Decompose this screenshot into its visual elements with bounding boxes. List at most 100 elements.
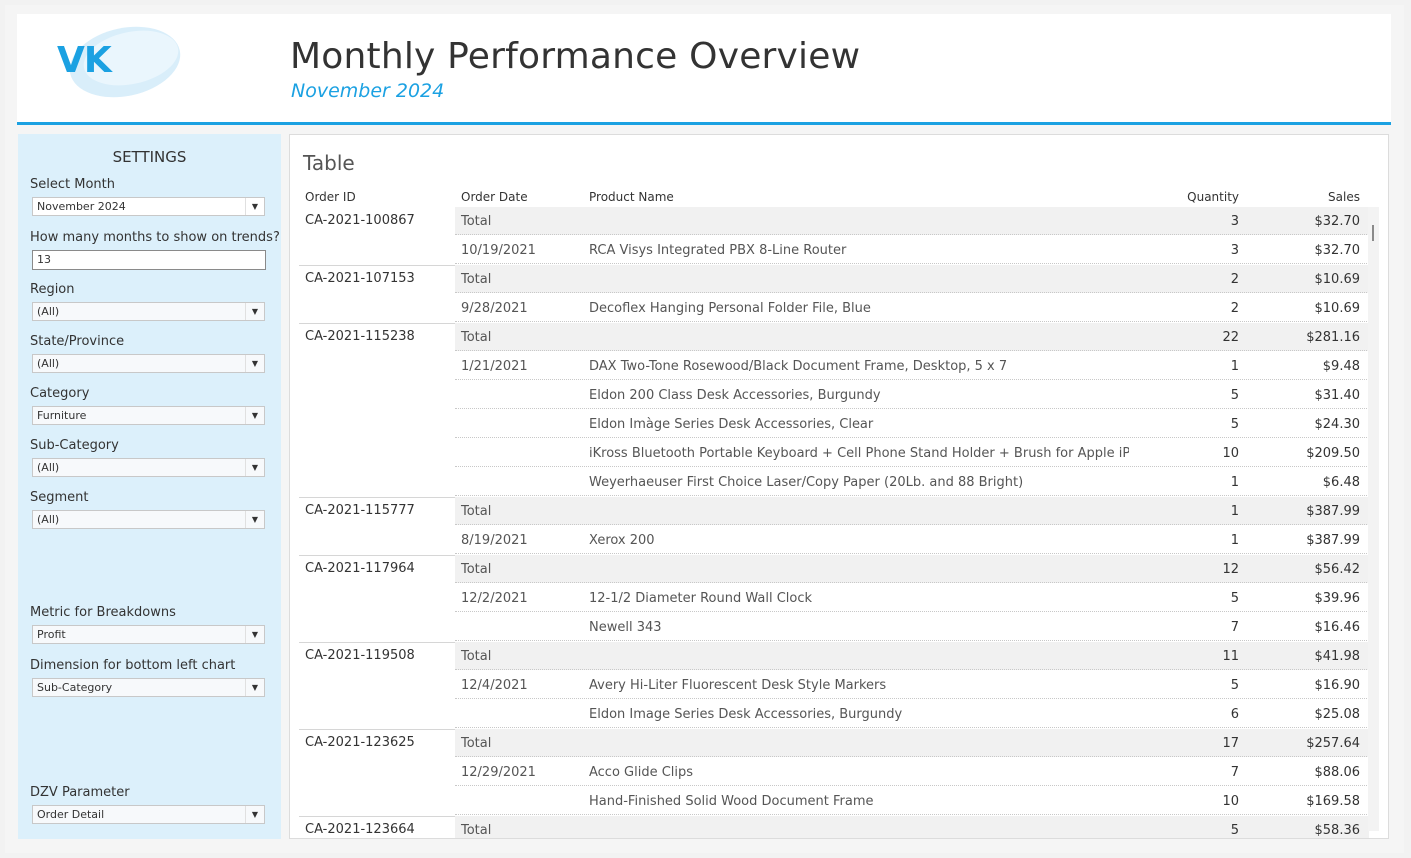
total-label-cell: Total [461,504,492,519]
total-label-cell: Total [461,823,492,838]
chevron-down-icon[interactable]: ▼ [245,806,264,823]
table-title: Table [303,151,355,175]
order-id-cell: CA-2021-107153 [305,271,415,286]
order-date-cell: 9/28/2021 [461,301,528,316]
chevron-down-icon[interactable]: ▼ [245,459,264,476]
order-id-cell: CA-2021-100867 [305,213,415,228]
sales-cell: $58.36 [1314,823,1361,838]
subcategory-dropdown[interactable]: (All) ▼ [32,458,265,477]
sales-cell: $16.90 [1314,678,1361,693]
dimension-label: Dimension for bottom left chart [30,658,236,673]
product-name-cell: Hand-Finished Solid Wood Document Frame [589,794,874,809]
sales-cell: $9.48 [1322,359,1360,374]
quantity-cell: 12 [1222,562,1239,577]
sales-cell: $25.08 [1314,707,1361,722]
chevron-down-icon[interactable]: ▼ [245,626,264,643]
sales-cell: $10.69 [1314,301,1361,316]
order-date-cell: 12/29/2021 [461,765,536,780]
product-name-cell: Newell 343 [589,620,662,635]
sales-cell: $32.70 [1314,214,1361,229]
quantity-cell: 1 [1230,533,1239,548]
order-date-cell: 12/4/2021 [461,678,528,693]
col-header-sales[interactable]: Sales [1260,190,1360,204]
metric-value: Profit [37,628,66,641]
dimension-dropdown[interactable]: Sub-Category ▼ [32,678,265,697]
quantity-cell: 10 [1222,446,1239,461]
sales-cell: $39.96 [1314,591,1361,606]
select-month-value: November 2024 [37,200,126,213]
order-id-cell: CA-2021-115238 [305,329,415,344]
total-label-cell: Total [461,214,492,229]
sales-cell: $6.48 [1322,475,1360,490]
product-name-cell: DAX Two-Tone Rosewood/Black Document Fra… [589,359,1008,374]
months-trend-input[interactable]: 13 [32,250,266,270]
segment-label: Segment [30,490,89,505]
order-id-cell: CA-2021-123625 [305,735,415,750]
order-id-cell: CA-2021-115777 [305,503,415,518]
col-header-product-name[interactable]: Product Name [589,190,674,204]
sales-cell: $257.64 [1306,736,1360,751]
product-name-cell: Decoflex Hanging Personal Folder File, B… [589,301,871,316]
category-dropdown[interactable]: Furniture ▼ [32,406,265,425]
product-name-cell: Eldon Imàge Series Desk Accessories, Cle… [589,417,874,432]
col-header-order-date[interactable]: Order Date [461,190,528,204]
page-title: Monthly Performance Overview [290,36,861,77]
sales-cell: $88.06 [1314,765,1361,780]
chevron-down-icon[interactable]: ▼ [245,198,264,215]
col-header-quantity[interactable]: Quantity [1139,190,1239,204]
order-id-cell: CA-2021-119508 [305,648,415,663]
chevron-down-icon[interactable]: ▼ [245,355,264,372]
vertical-scrollbar[interactable] [1368,207,1379,831]
product-name-cell: Avery Hi-Liter Fluorescent Desk Style Ma… [589,678,887,693]
quantity-cell: 7 [1230,620,1239,635]
quantity-cell: 17 [1222,736,1239,751]
sales-cell: $169.58 [1306,794,1360,809]
category-value: Furniture [37,409,87,422]
total-label-cell: Total [461,330,492,345]
dimension-value: Sub-Category [37,681,113,694]
select-month-dropdown[interactable]: November 2024 ▼ [32,197,265,216]
category-label: Category [30,386,90,401]
product-name-cell: 12-1/2 Diameter Round Wall Clock [589,591,813,606]
segment-dropdown[interactable]: (All) ▼ [32,510,265,529]
page-subtitle: November 2024 [291,80,445,102]
col-header-order-id[interactable]: Order ID [305,190,356,204]
subcategory-label: Sub-Category [30,438,119,453]
product-name-cell: RCA Visys Integrated PBX 8-Line Router [589,243,847,258]
product-name-cell: Acco Glide Clips [589,765,694,780]
quantity-cell: 11 [1222,649,1239,664]
sales-cell: $56.42 [1314,562,1361,577]
product-name-cell: Eldon Image Series Desk Accessories, Bur… [589,707,903,722]
chevron-down-icon[interactable]: ▼ [245,511,264,528]
sales-cell: $41.98 [1314,649,1361,664]
sales-cell: $387.99 [1306,504,1360,519]
region-dropdown[interactable]: (All) ▼ [32,302,265,321]
chevron-down-icon[interactable]: ▼ [245,679,264,696]
order-date-cell: 10/19/2021 [461,243,536,258]
table-panel: Table Order ID Order Date Product Name Q… [289,134,1389,839]
quantity-cell: 6 [1230,707,1239,722]
select-month-label: Select Month [30,177,115,192]
state-dropdown[interactable]: (All) ▼ [32,354,265,373]
order-date-cell: 8/19/2021 [461,533,528,548]
metric-label: Metric for Breakdowns [30,605,176,620]
quantity-cell: 5 [1230,388,1239,403]
chevron-down-icon[interactable]: ▼ [245,303,264,320]
subcategory-value: (All) [37,461,60,474]
months-trend-label: How many months to show on trends? [30,230,280,245]
segment-value: (All) [37,513,60,526]
quantity-cell: 5 [1230,678,1239,693]
product-name-cell: iKross Bluetooth Portable Keyboard + Cel… [589,446,1129,461]
region-value: (All) [37,305,60,318]
metric-dropdown[interactable]: Profit ▼ [32,625,265,644]
quantity-cell: 5 [1230,591,1239,606]
sales-cell: $387.99 [1306,533,1360,548]
chevron-down-icon[interactable]: ▼ [245,407,264,424]
quantity-cell: 7 [1230,765,1239,780]
total-label-cell: Total [461,649,492,664]
dzv-dropdown[interactable]: Order Detail ▼ [32,805,265,824]
header-bar: VK Monthly Performance Overview November… [17,14,1391,125]
scrollbar-thumb[interactable] [1372,225,1374,241]
quantity-cell: 5 [1230,823,1239,838]
quantity-cell: 1 [1230,359,1239,374]
